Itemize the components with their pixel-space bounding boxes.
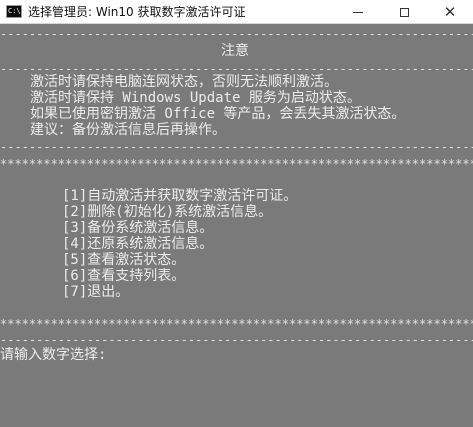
notice-line: 激活时请保持电脑连网状态，否则无法顺利激活。 [30, 74, 338, 90]
menu-option-2: [2]删除(初始化)系统激活信息。 [62, 204, 273, 220]
menu-option-5: [5]查看激活状态。 [62, 252, 186, 268]
separator-line: ----------------------------------------… [0, 27, 473, 41]
star-separator-line: ****************************************… [0, 157, 473, 171]
menu-option-1: [1]自动激活并获取数字激活许可证。 [62, 188, 298, 204]
close-button[interactable]: ✕ [427, 0, 473, 24]
maximize-button[interactable] [381, 0, 427, 24]
menu-option-3: [3]备份系统激活信息。 [62, 220, 214, 236]
minimize-icon [353, 11, 363, 13]
console-output[interactable]: ----------------------------------------… [0, 24, 473, 427]
notice-line: 如果已使用密钥激活 Office 等产品，会丢失其激活状态。 [30, 106, 406, 122]
notice-heading: 注意 [221, 43, 249, 59]
menu-option-6: [6]查看支持列表。 [62, 268, 186, 284]
separator-line: ----------------------------------------… [0, 140, 473, 154]
separator-line: ----------------------------------------… [0, 333, 473, 347]
minimize-button[interactable] [335, 0, 381, 24]
menu-option-7: [7]退出。 [62, 284, 130, 300]
console-app-icon[interactable]: C:\ [6, 5, 22, 18]
notice-line: 建议：备份激活信息后再操作。 [30, 122, 226, 138]
title-bar[interactable]: C:\ 选择管理员: Win10 获取数字激活许可证 ✕ [0, 0, 473, 24]
input-prompt[interactable]: 请输入数字选择: [0, 347, 106, 363]
star-separator-line: ****************************************… [0, 317, 473, 331]
maximize-icon [399, 7, 409, 17]
notice-line: 激活时请保持 Windows Update 服务为启动状态。 [30, 90, 361, 106]
window-title: 选择管理员: Win10 获取数字激活许可证 [28, 5, 246, 19]
close-icon: ✕ [443, 2, 457, 21]
menu-option-4: [4]还原系统激活信息。 [62, 236, 214, 252]
